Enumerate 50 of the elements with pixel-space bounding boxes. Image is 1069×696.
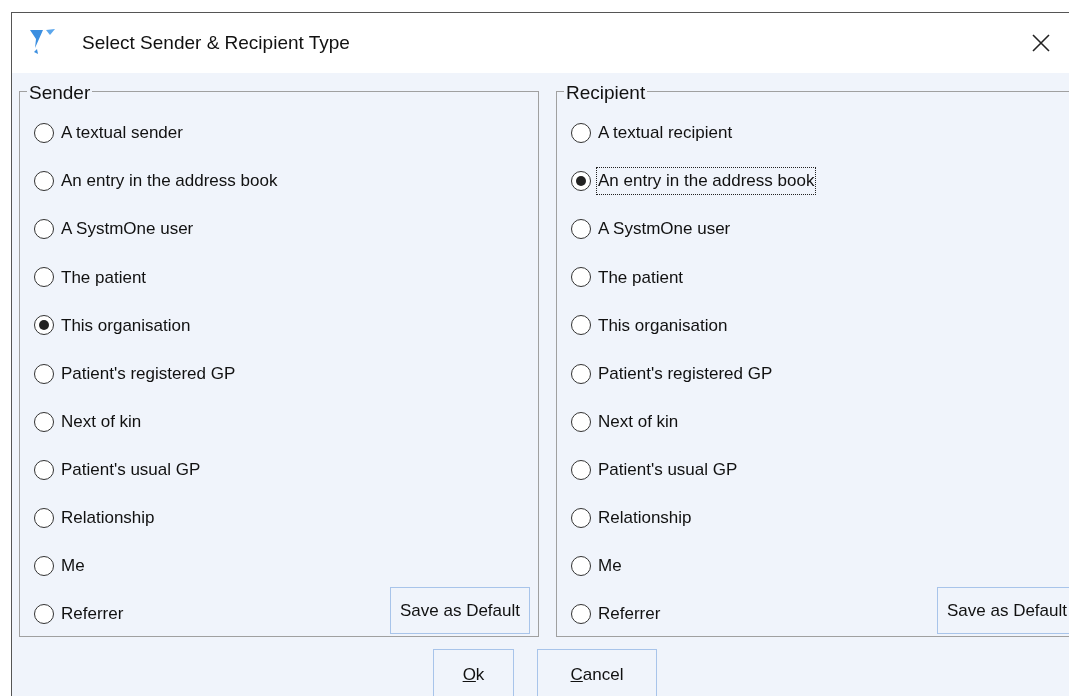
radio-label[interactable]: This organisation — [60, 312, 192, 339]
radio-label[interactable]: A SystmOne user — [60, 216, 195, 242]
radio-button[interactable] — [34, 315, 54, 336]
radio-button[interactable] — [571, 315, 591, 336]
radio-button[interactable] — [34, 123, 54, 144]
radio-label[interactable]: A textual sender — [60, 120, 184, 146]
radio-button[interactable] — [571, 123, 591, 144]
ok-button[interactable]: Ok — [433, 649, 514, 696]
window-title: Select Sender & Recipient Type — [82, 30, 350, 55]
radio-button[interactable] — [34, 555, 54, 576]
save-default-button[interactable]: Save as Default — [390, 587, 530, 635]
radio-label[interactable]: Referrer — [597, 601, 662, 627]
radio-button[interactable] — [571, 267, 591, 288]
radio-button[interactable] — [34, 171, 54, 192]
radio-button[interactable] — [34, 267, 54, 288]
radio-label[interactable]: Next of kin — [60, 408, 143, 435]
close-icon[interactable] — [1031, 33, 1051, 53]
radio-button[interactable] — [571, 555, 591, 576]
radio-label[interactable]: Patient's registered GP — [597, 360, 774, 387]
radio-button[interactable] — [34, 604, 54, 624]
radio-button[interactable] — [571, 507, 591, 528]
radio-label[interactable]: An entry in the address book — [60, 168, 279, 194]
radio-label[interactable]: The patient — [597, 264, 685, 291]
radio-label[interactable]: Relationship — [60, 505, 156, 531]
radio-label[interactable]: Patient's usual GP — [60, 456, 202, 483]
radio-label[interactable]: Me — [597, 553, 623, 579]
radio-button[interactable] — [34, 507, 54, 528]
radio-label[interactable]: Patient's registered GP — [60, 360, 237, 387]
radio-button[interactable] — [571, 459, 591, 480]
radio-label[interactable]: An entry in the address book — [597, 168, 816, 194]
radio-label[interactable]: A textual recipient — [597, 120, 734, 146]
radio-label[interactable]: Relationship — [597, 505, 693, 531]
radio-button[interactable] — [571, 363, 591, 384]
radio-label[interactable]: The patient — [60, 264, 148, 291]
radio-label[interactable]: Patient's usual GP — [597, 456, 739, 483]
radio-label[interactable]: Me — [60, 553, 86, 579]
radio-label[interactable]: Referrer — [60, 601, 125, 627]
radio-button[interactable] — [34, 363, 54, 384]
radio-label[interactable]: A SystmOne user — [597, 216, 732, 242]
save-default-button[interactable]: Save as Default — [937, 587, 1069, 635]
radio-button[interactable] — [34, 411, 54, 432]
radio-button[interactable] — [34, 219, 54, 240]
radio-button[interactable] — [571, 219, 591, 240]
radio-button[interactable] — [571, 171, 591, 192]
radio-label[interactable]: Next of kin — [597, 408, 680, 435]
radio-button[interactable] — [34, 459, 54, 480]
cancel-button[interactable]: Cancel — [537, 649, 657, 696]
radio-button[interactable] — [571, 604, 591, 624]
radio-label[interactable]: This organisation — [597, 312, 729, 339]
radio-button[interactable] — [571, 411, 591, 432]
